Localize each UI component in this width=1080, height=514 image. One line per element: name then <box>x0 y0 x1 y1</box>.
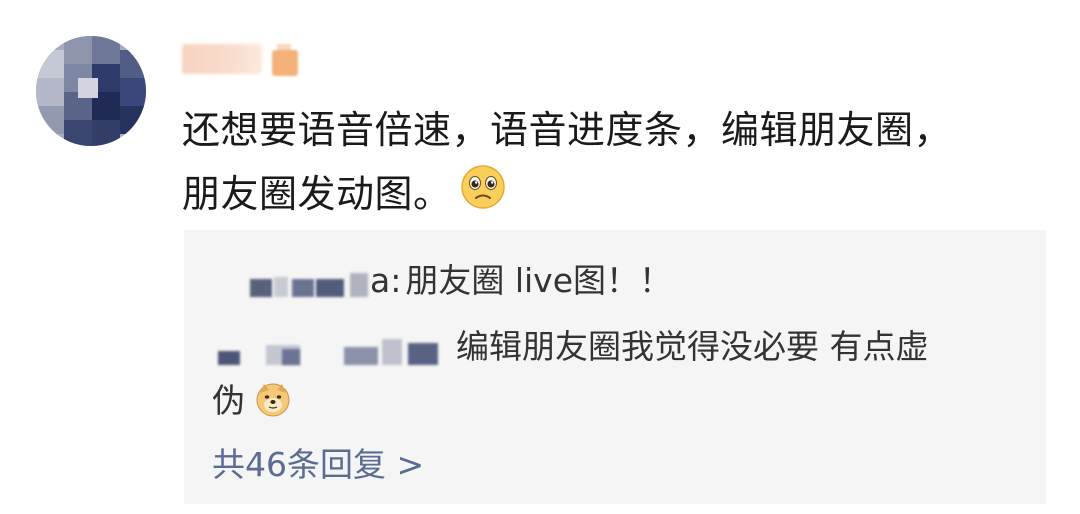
user-badge-icon <box>272 50 298 76</box>
reply-item[interactable]: a: 朋友圈 live图！！ <box>212 254 672 303</box>
avatar[interactable] <box>36 36 146 146</box>
comment-text-line2: 朋友圈发动图。 <box>182 162 1042 229</box>
comment-text-line2-text: 朋友圈发动图。 <box>182 172 452 216</box>
reply-text-continued: 伪 <box>212 374 291 425</box>
reply-author-suffix: a: <box>370 261 402 300</box>
view-all-replies-link[interactable]: 共46条回复 > <box>212 438 424 486</box>
comment-text: 还想要语音倍速，语音进度条，编辑朋友圈， 朋友圈发动图。 <box>182 98 1042 229</box>
comment-card: 还想要语音倍速，语音进度条，编辑朋友圈， 朋友圈发动图。 a: 朋友圈 live… <box>0 0 1080 514</box>
reply-text-line2: 伪 <box>212 381 245 420</box>
pleading-face-icon <box>460 164 506 229</box>
reply-text: 朋友圈 live图！！ <box>405 261 673 300</box>
username-blurred[interactable] <box>182 44 262 74</box>
reply-item[interactable]: 编辑朋友圈我觉得没必要 有点虚 <box>212 320 929 371</box>
doge-icon <box>255 381 291 425</box>
reply-text: 编辑朋友圈我觉得没必要 有点虚 <box>456 327 929 366</box>
reply-author-blurred[interactable] <box>212 263 370 303</box>
comment-text-line1: 还想要语音倍速，语音进度条，编辑朋友圈， <box>182 108 953 152</box>
reply-author-blurred[interactable] <box>212 327 448 371</box>
